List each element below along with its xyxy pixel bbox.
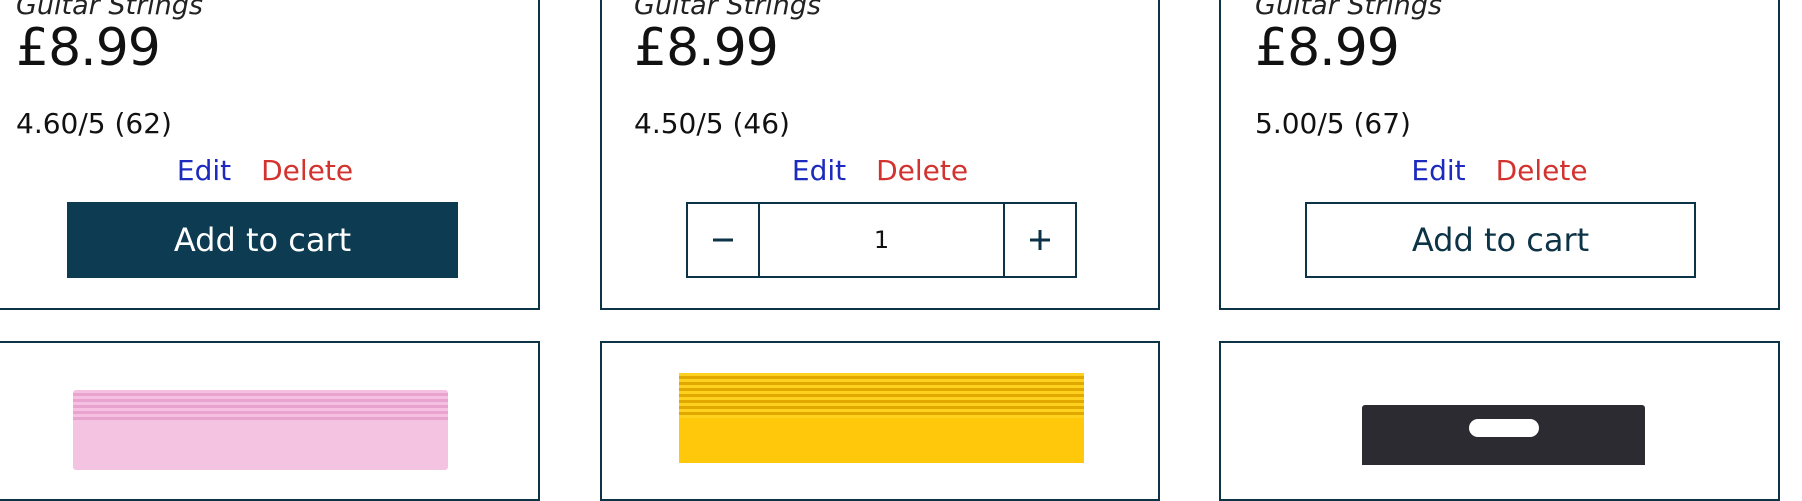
product-admin-actions: Edit Delete: [0, 154, 538, 187]
increment-button[interactable]: [1003, 204, 1075, 276]
delete-link[interactable]: Delete: [876, 154, 968, 187]
product-admin-actions: Edit Delete: [1221, 154, 1778, 187]
product-price: £8.99: [1255, 18, 1400, 78]
product-image-pink-package[interactable]: [73, 390, 448, 470]
product-card: [1219, 341, 1780, 501]
product-rating: 4.60/5 (62): [16, 107, 172, 140]
quantity-value[interactable]: 1: [760, 204, 1003, 276]
product-price: £8.99: [634, 18, 779, 78]
product-rating: 5.00/5 (67): [1255, 107, 1411, 140]
product-image-yellow-package[interactable]: [679, 373, 1084, 463]
product-price: £8.99: [16, 18, 161, 78]
product-card: Guitar Strings £8.99 5.00/5 (67) Edit Del…: [1219, 0, 1780, 310]
product-card: [600, 341, 1160, 501]
edit-link[interactable]: Edit: [792, 154, 846, 187]
delete-link[interactable]: Delete: [1496, 154, 1588, 187]
add-to-cart-button[interactable]: Add to cart: [67, 202, 458, 278]
product-image-black-package[interactable]: [1362, 405, 1645, 465]
edit-link[interactable]: Edit: [1411, 154, 1465, 187]
product-card: [0, 341, 540, 501]
plus-icon: [1030, 230, 1050, 250]
decrement-button[interactable]: [688, 204, 760, 276]
product-admin-actions: Edit Delete: [602, 154, 1158, 187]
delete-link[interactable]: Delete: [261, 154, 353, 187]
product-card: Guitar Strings £8.99 4.60/5 (62) Edit Del…: [0, 0, 540, 310]
product-rating: 4.50/5 (46): [634, 107, 790, 140]
quantity-stepper: 1: [686, 202, 1077, 278]
edit-link[interactable]: Edit: [177, 154, 231, 187]
add-to-cart-button[interactable]: Add to cart: [1305, 202, 1696, 278]
minus-icon: [713, 238, 733, 242]
product-card: Guitar Strings £8.99 4.50/5 (46) Edit Del…: [600, 0, 1160, 310]
hang-hole: [1469, 419, 1539, 437]
